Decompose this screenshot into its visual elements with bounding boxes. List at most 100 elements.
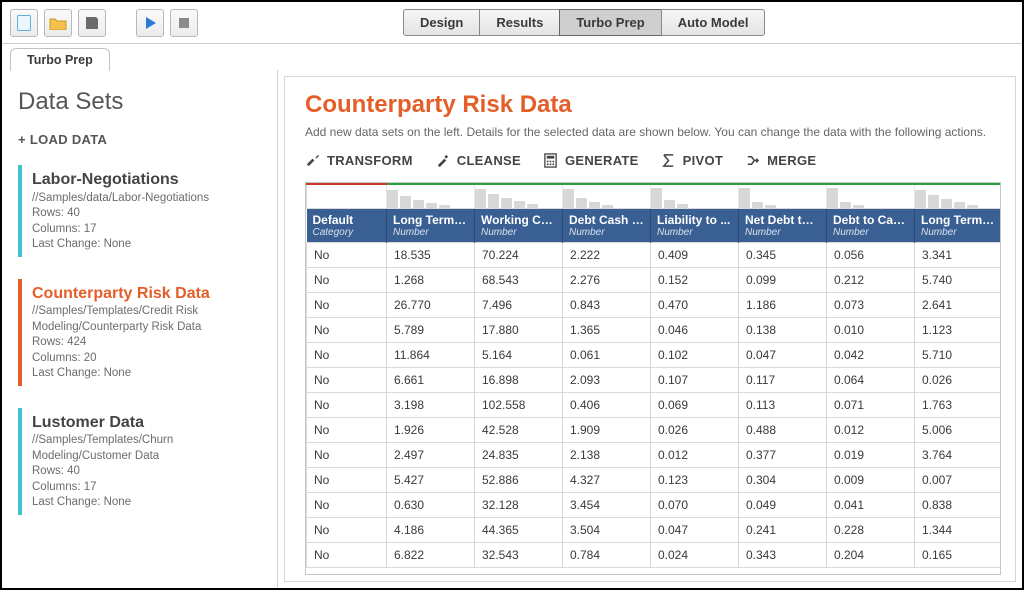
table-row[interactable]: No6.82232.5430.7840.0240.3430.2040.1651.…	[307, 542, 1002, 567]
table-cell[interactable]: 0.041	[827, 492, 915, 517]
table-cell[interactable]: 0.304	[739, 467, 827, 492]
table-cell[interactable]: 1.123	[915, 317, 1002, 342]
table-cell[interactable]: 0.064	[827, 367, 915, 392]
table-row[interactable]: No0.63032.1283.4540.0700.0490.0410.8380.…	[307, 492, 1002, 517]
table-row[interactable]: No2.49724.8352.1380.0120.3770.0193.7640.…	[307, 442, 1002, 467]
table-cell[interactable]: 52.886	[475, 467, 563, 492]
table-cell[interactable]: 0.117	[739, 367, 827, 392]
table-row[interactable]: No3.198102.5580.4060.0690.1130.0711.7631…	[307, 392, 1002, 417]
table-cell[interactable]: 32.543	[475, 542, 563, 567]
dataset-item[interactable]: Labor-Negotiations //Samples/data/Labor-…	[18, 165, 261, 257]
table-cell[interactable]: No	[307, 242, 387, 267]
generate-button[interactable]: GENERATE	[543, 153, 639, 168]
table-cell[interactable]: 68.543	[475, 267, 563, 292]
table-cell[interactable]: 0.071	[827, 392, 915, 417]
table-cell[interactable]: No	[307, 342, 387, 367]
table-cell[interactable]: 2.497	[387, 442, 475, 467]
table-cell[interactable]: 0.345	[739, 242, 827, 267]
table-cell[interactable]: No	[307, 417, 387, 442]
table-row[interactable]: No1.26868.5432.2760.1520.0990.2125.7401.…	[307, 267, 1002, 292]
table-cell[interactable]: 0.046	[651, 317, 739, 342]
table-cell[interactable]: 5.740	[915, 267, 1002, 292]
column-header[interactable]: DefaultCategory	[307, 208, 387, 242]
table-cell[interactable]: No	[307, 492, 387, 517]
transform-button[interactable]: TRANSFORM	[305, 153, 413, 168]
table-cell[interactable]: 0.047	[651, 517, 739, 542]
table-cell[interactable]: 0.012	[827, 417, 915, 442]
save-file-button[interactable]	[78, 9, 106, 37]
table-cell[interactable]: 0.012	[651, 442, 739, 467]
table-cell[interactable]: 5.164	[475, 342, 563, 367]
new-file-button[interactable]	[10, 9, 38, 37]
table-cell[interactable]: 0.019	[827, 442, 915, 467]
table-cell[interactable]: 0.007	[915, 467, 1002, 492]
table-cell[interactable]: 18.535	[387, 242, 475, 267]
table-cell[interactable]: 6.822	[387, 542, 475, 567]
load-data-button[interactable]: +LOAD DATA	[18, 132, 261, 147]
table-cell[interactable]: 5.710	[915, 342, 1002, 367]
table-cell[interactable]: No	[307, 542, 387, 567]
table-cell[interactable]: No	[307, 392, 387, 417]
table-cell[interactable]: 0.069	[651, 392, 739, 417]
tab-auto-model[interactable]: Auto Model	[661, 9, 766, 36]
table-cell[interactable]: 0.241	[739, 517, 827, 542]
table-cell[interactable]: No	[307, 442, 387, 467]
table-cell[interactable]: 3.341	[915, 242, 1002, 267]
table-cell[interactable]: 0.784	[563, 542, 651, 567]
table-row[interactable]: No5.42752.8864.3270.1230.3040.0090.0070.…	[307, 467, 1002, 492]
table-cell[interactable]: 70.224	[475, 242, 563, 267]
table-row[interactable]: No26.7707.4960.8430.4701.1860.0732.6411.…	[307, 292, 1002, 317]
table-cell[interactable]: 42.528	[475, 417, 563, 442]
table-cell[interactable]: 0.049	[739, 492, 827, 517]
table-cell[interactable]: 11.864	[387, 342, 475, 367]
table-cell[interactable]: No	[307, 467, 387, 492]
data-table-scroll[interactable]: DefaultCategoryLong Term F...NumberWorki…	[305, 182, 1001, 575]
table-cell[interactable]: 1.268	[387, 267, 475, 292]
table-cell[interactable]: 0.107	[651, 367, 739, 392]
table-cell[interactable]: 1.186	[739, 292, 827, 317]
table-cell[interactable]: 0.102	[651, 342, 739, 367]
table-cell[interactable]: 4.186	[387, 517, 475, 542]
column-header[interactable]: Long Term D...Number	[915, 208, 1002, 242]
table-cell[interactable]: No	[307, 317, 387, 342]
table-cell[interactable]: 0.204	[827, 542, 915, 567]
table-cell[interactable]: 0.470	[651, 292, 739, 317]
column-header[interactable]: Net Debt to E...Number	[739, 208, 827, 242]
table-cell[interactable]: 4.327	[563, 467, 651, 492]
tab-design[interactable]: Design	[403, 9, 480, 36]
table-cell[interactable]: 0.165	[915, 542, 1002, 567]
table-row[interactable]: No6.66116.8982.0930.1070.1170.0640.0260.…	[307, 367, 1002, 392]
table-cell[interactable]: 0.838	[915, 492, 1002, 517]
table-cell[interactable]: No	[307, 292, 387, 317]
table-cell[interactable]: 0.099	[739, 267, 827, 292]
column-header[interactable]: Liability to ...Number	[651, 208, 739, 242]
table-cell[interactable]: 0.406	[563, 392, 651, 417]
tab-results[interactable]: Results	[479, 9, 560, 36]
table-cell[interactable]: 16.898	[475, 367, 563, 392]
table-cell[interactable]: No	[307, 267, 387, 292]
table-cell[interactable]: 1.763	[915, 392, 1002, 417]
table-cell[interactable]: 0.026	[915, 367, 1002, 392]
table-cell[interactable]: 2.641	[915, 292, 1002, 317]
table-cell[interactable]: 44.365	[475, 517, 563, 542]
pivot-button[interactable]: PIVOT	[661, 153, 724, 168]
table-cell[interactable]: 5.006	[915, 417, 1002, 442]
dataset-title[interactable]: Counterparty Risk Data	[32, 283, 261, 305]
table-cell[interactable]: 3.454	[563, 492, 651, 517]
table-cell[interactable]: 1.926	[387, 417, 475, 442]
table-cell[interactable]: 3.764	[915, 442, 1002, 467]
table-cell[interactable]: 0.113	[739, 392, 827, 417]
table-cell[interactable]: 0.630	[387, 492, 475, 517]
dataset-title[interactable]: Lustomer Data	[32, 412, 261, 434]
table-cell[interactable]: 0.488	[739, 417, 827, 442]
column-header[interactable]: Debt Cash Fl...Number	[563, 208, 651, 242]
table-cell[interactable]: 1.344	[915, 517, 1002, 542]
table-cell[interactable]: 102.558	[475, 392, 563, 417]
table-cell[interactable]: 3.504	[563, 517, 651, 542]
dataset-item[interactable]: Lustomer Data //Samples/Templates/Churn …	[18, 408, 261, 515]
table-cell[interactable]: 7.496	[475, 292, 563, 317]
table-cell[interactable]: 2.222	[563, 242, 651, 267]
table-cell[interactable]: 5.789	[387, 317, 475, 342]
column-header[interactable]: Working Cap...Number	[475, 208, 563, 242]
table-cell[interactable]: 0.843	[563, 292, 651, 317]
